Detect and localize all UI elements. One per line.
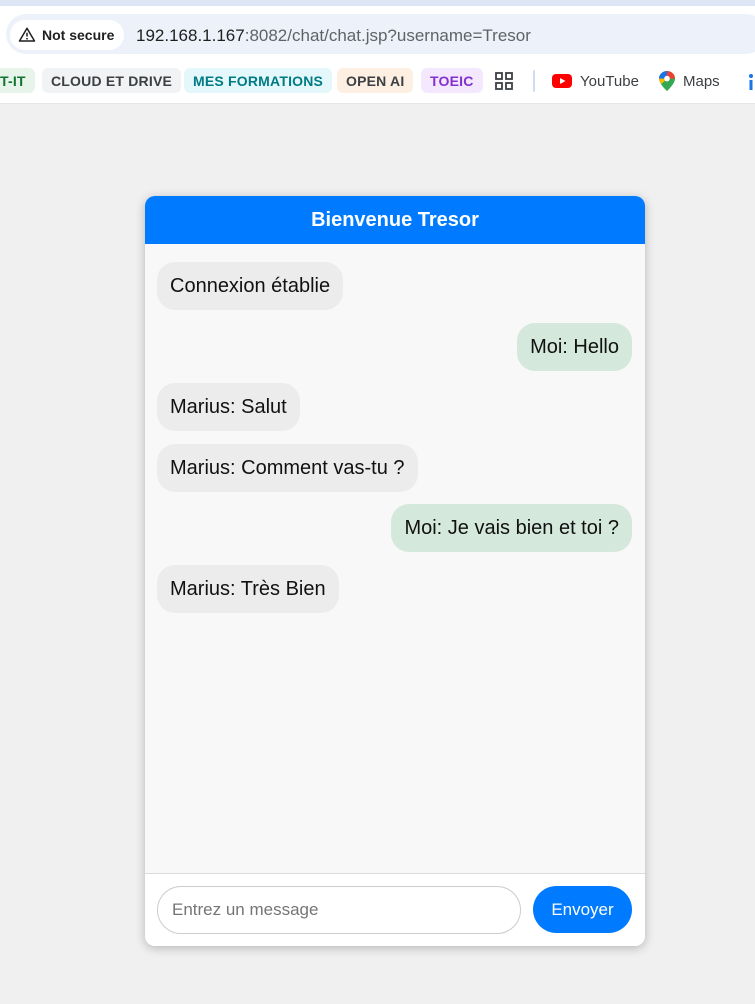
bookmark-label: YouTube [580, 72, 639, 90]
chat-input-bar: Envoyer [145, 873, 645, 946]
security-chip[interactable]: Not secure [10, 20, 125, 50]
youtube-icon [552, 74, 572, 88]
bookmarks-bar: T-IT CLOUD ET DRIVE MES FORMATIONS OPEN … [0, 58, 755, 104]
bookmark-label: T-IT [0, 72, 26, 89]
message-list[interactable]: Connexion établie Moi: Hello Marius: Sal… [145, 244, 645, 873]
bookmark-overflow-item[interactable] [745, 72, 755, 92]
url-path: :8082/chat/chat.jsp?username=Tresor [244, 26, 531, 45]
bookmark-label: TOEIC [430, 72, 474, 89]
message-bubble-other: Marius: Très Bien [157, 565, 339, 613]
bookmark-label: CLOUD ET DRIVE [51, 72, 173, 89]
info-icon [749, 74, 753, 90]
maps-icon [659, 71, 675, 91]
bookmark-separator [533, 70, 535, 92]
chat-title: Bienvenue Tresor [311, 208, 479, 231]
bookmark-open-ai[interactable]: OPEN AI [337, 68, 414, 93]
url-text[interactable]: 192.168.1.167:8082/chat/chat.jsp?usernam… [136, 26, 531, 46]
bookmark-mes-formations[interactable]: MES FORMATIONS [184, 68, 333, 93]
bookmark-label: MES FORMATIONS [193, 72, 324, 89]
chat-window: Bienvenue Tresor Connexion établie Moi: … [145, 196, 645, 946]
security-label: Not secure [42, 27, 115, 43]
url-host: 192.168.1.167 [136, 26, 245, 45]
message-input[interactable] [157, 886, 521, 934]
message-bubble-other: Connexion établie [157, 262, 344, 310]
message-bubble-other: Marius: Comment vas-tu ? [157, 444, 418, 492]
send-button[interactable]: Envoyer [533, 886, 632, 933]
chat-header: Bienvenue Tresor [145, 196, 645, 244]
message-bubble-me: Moi: Je vais bien et toi ? [391, 504, 632, 552]
bookmark-cloud-et-drive[interactable]: CLOUD ET DRIVE [42, 68, 182, 93]
bookmark-maps[interactable]: Maps [659, 70, 720, 92]
address-bar-row: Not secure 192.168.1.167:8082/chat/chat.… [0, 6, 755, 58]
apps-grid-icon[interactable] [495, 72, 513, 90]
bookmark-toeic[interactable]: TOEIC [421, 68, 483, 93]
bookmark-t-it[interactable]: T-IT [0, 68, 35, 93]
bookmark-youtube[interactable]: YouTube [552, 70, 639, 92]
bookmark-label: OPEN AI [346, 72, 405, 89]
message-bubble-other: Marius: Salut [157, 383, 300, 431]
warning-icon [18, 27, 36, 42]
message-bubble-me: Moi: Hello [517, 323, 632, 371]
bookmark-label: Maps [683, 72, 720, 90]
